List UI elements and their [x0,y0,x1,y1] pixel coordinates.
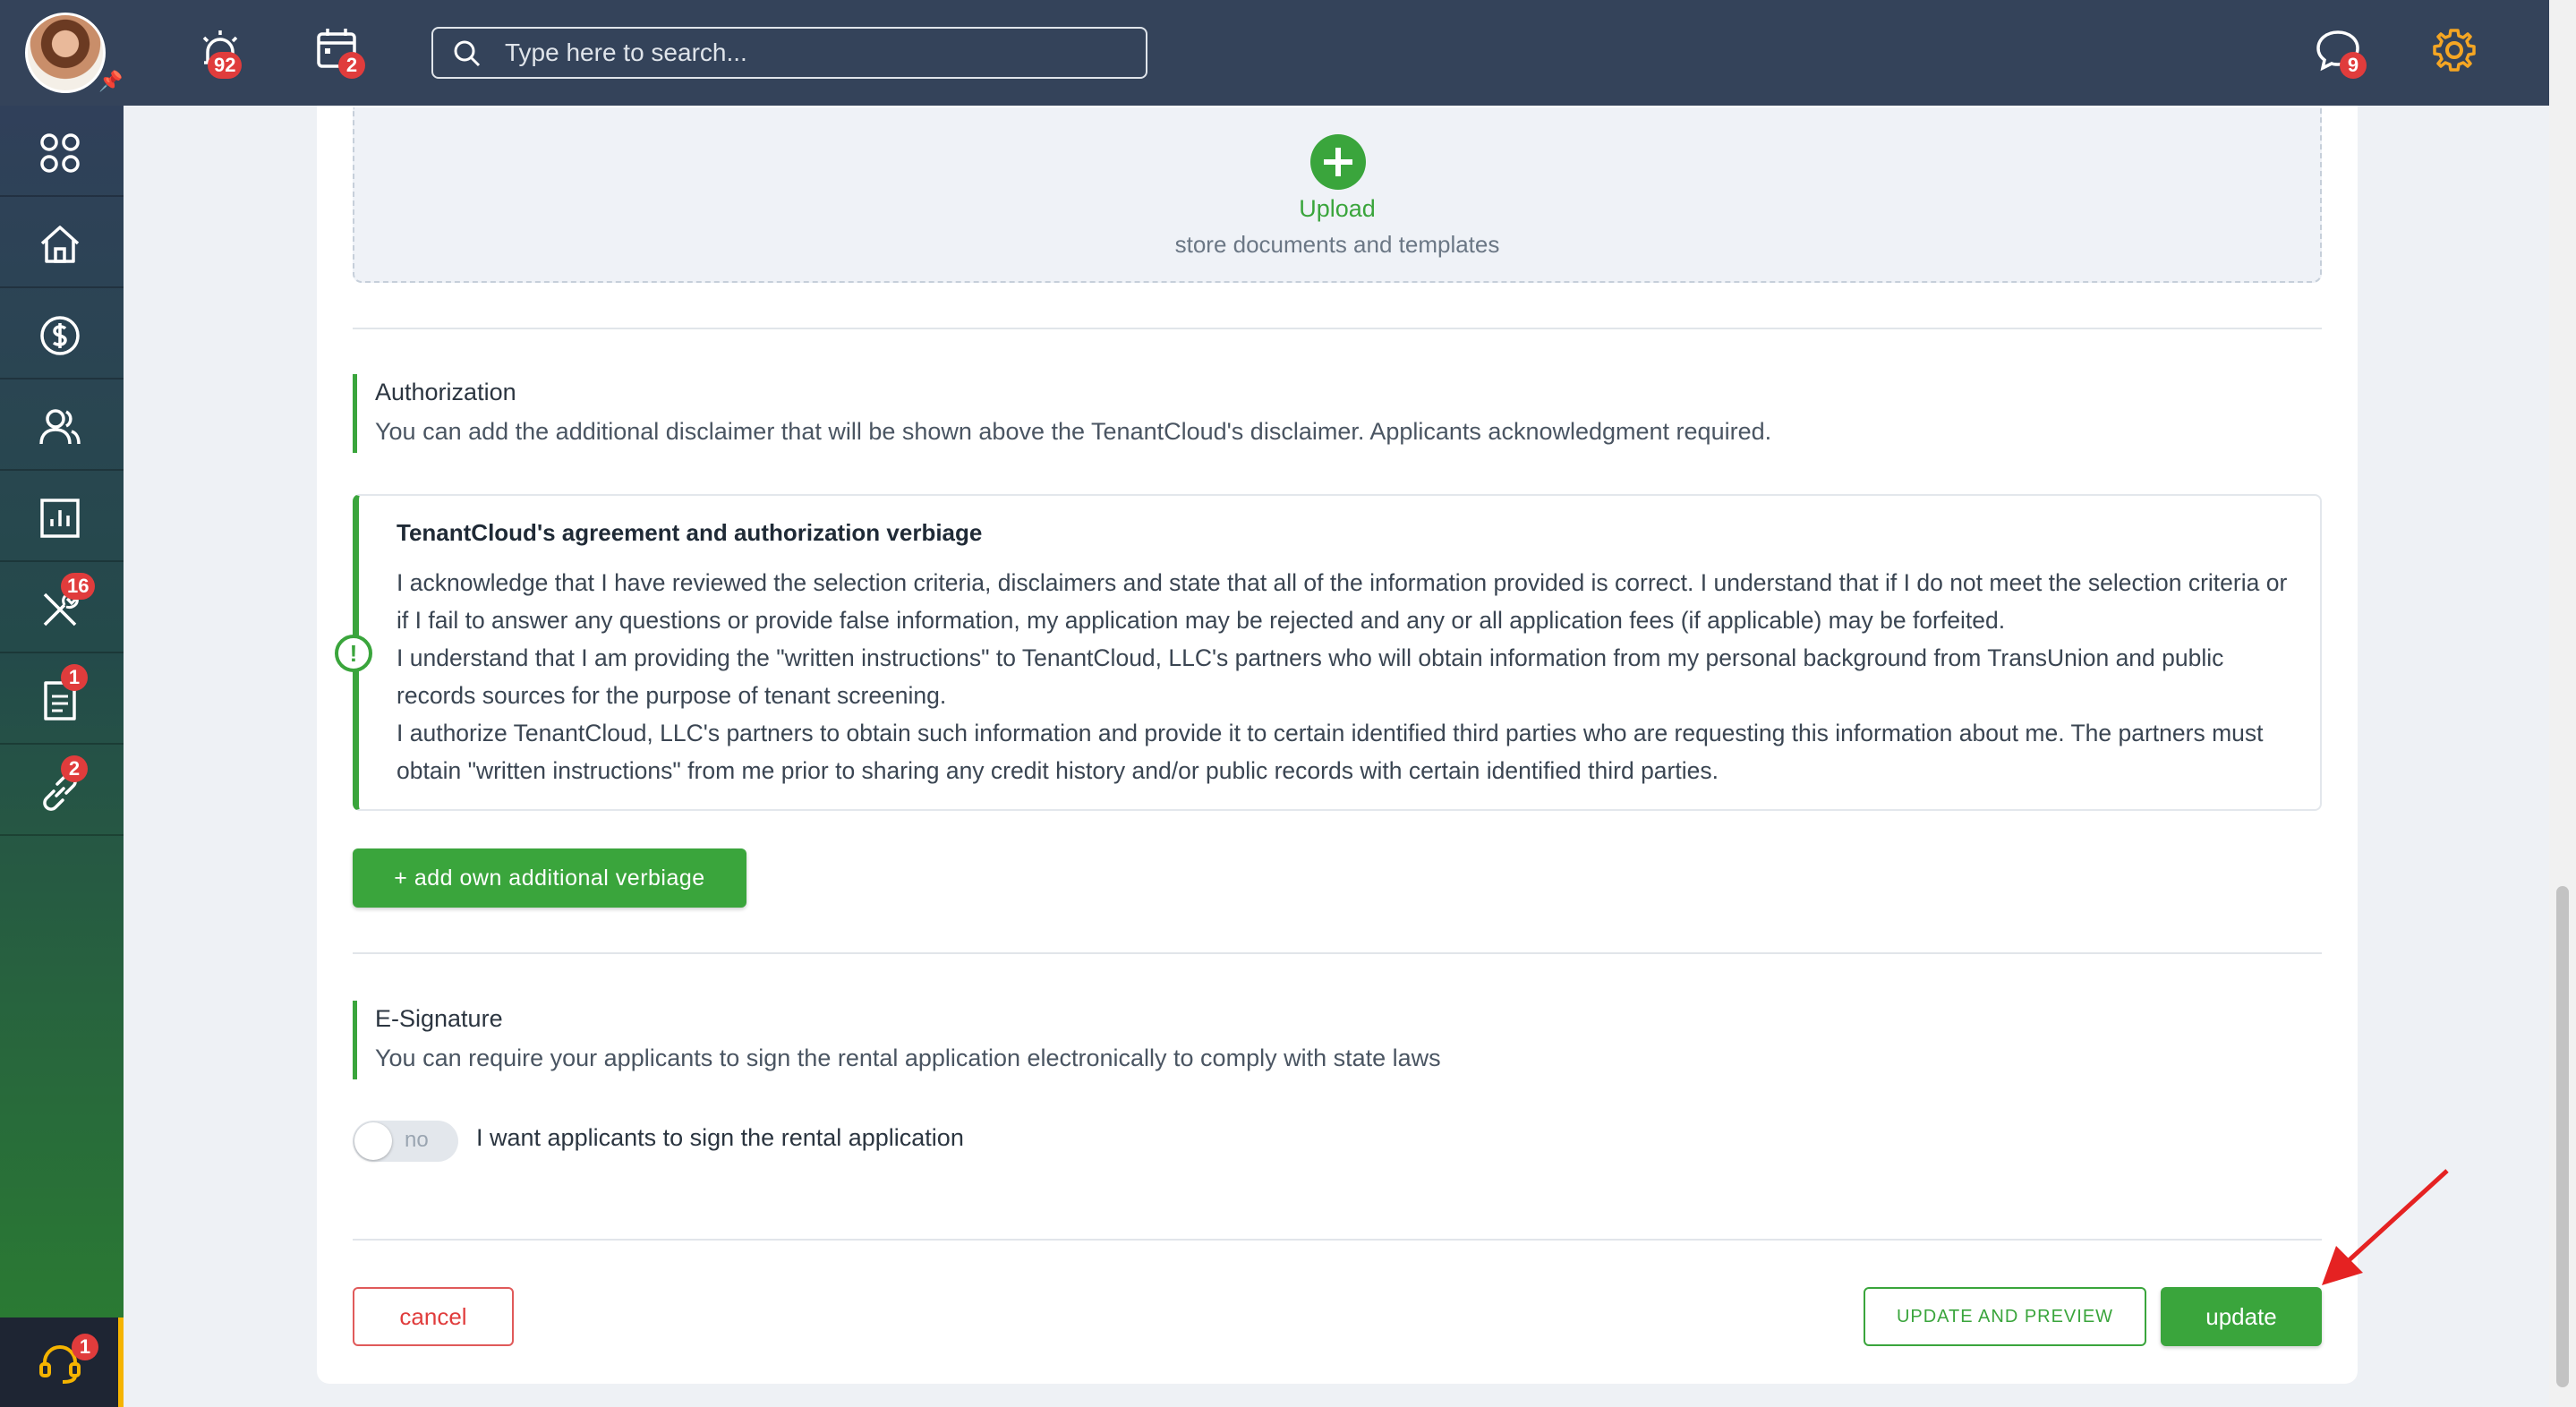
sidebar: 16 1 2 [0,106,124,1317]
alerts-button[interactable]: 92 [195,25,245,79]
update-and-preview-button[interactable]: UPDATE AND PREVIEW [1864,1287,2146,1346]
search-icon [454,40,481,67]
upload-title[interactable]: Upload [354,195,2320,223]
authorization-section-header: Authorization You can add the additional… [353,374,1771,453]
add-circle-icon[interactable] [1310,134,1366,190]
toggle-state-label: no [405,1128,429,1152]
authorization-title: Authorization [375,379,516,405]
verbiage-box: ! TenantCloud's agreement and authorizat… [335,494,2322,811]
support-badge: 1 [72,1334,98,1360]
links-badge: 2 [61,755,88,782]
user-avatar[interactable] [25,13,106,93]
search-input[interactable] [505,38,1122,68]
sidebar-item-finance[interactable] [0,288,124,379]
page-scrollbar-thumb[interactable] [2556,886,2569,1387]
search-box[interactable] [431,27,1147,79]
esignature-toggle-label: I want applicants to sign the rental app… [476,1124,964,1151]
documents-badge: 1 [61,664,88,691]
maintenance-badge: 16 [61,573,96,600]
exclamation-icon: ! [335,635,372,672]
people-icon [39,409,81,445]
add-verbiage-button[interactable]: + add own additional verbiage [353,848,746,908]
esignature-toggle[interactable]: no [353,1121,458,1162]
annotation-arrow-icon [2322,1169,2449,1285]
reports-icon [40,499,80,538]
pin-icon: 📌 [98,70,124,92]
update-button[interactable]: update [2161,1287,2322,1346]
dollar-icon [40,316,80,355]
toggle-knob [354,1122,392,1160]
verbiage-title: TenantCloud's agreement and authorizatio… [397,519,983,546]
calendar-button[interactable]: 2 [313,25,365,79]
sidebar-item-apps[interactable] [0,106,124,197]
upload-subtitle: store documents and templates [1174,231,1500,258]
sidebar-item-people[interactable] [0,379,124,471]
top-bar: 📌 92 2 9 [0,0,2576,106]
calendar-badge: 2 [338,52,365,79]
verbiage-paragraph: I understand that I am providing the "wr… [397,644,2224,709]
alerts-badge: 92 [208,52,243,79]
messages-button[interactable]: 9 [2313,25,2367,79]
gear-icon [2433,29,2476,72]
section-divider [353,952,2322,954]
sidebar-item-documents[interactable]: 1 [0,653,124,745]
section-divider [353,328,2322,329]
verbiage-paragraph: I acknowledge that I have reviewed the s… [397,569,2288,634]
authorization-description: You can add the additional disclaimer th… [375,418,1772,445]
sidebar-item-home[interactable] [0,197,124,288]
section-divider [353,1239,2322,1241]
support-button[interactable]: 1 [0,1317,124,1407]
verbiage-body: I acknowledge that I have reviewed the s… [397,564,2303,789]
verbiage-paragraph: I authorize TenantCloud, LLC's partners … [397,720,2264,784]
upload-dropzone[interactable]: Upload store documents and templates [353,107,2322,283]
cancel-button[interactable]: cancel [353,1287,514,1346]
settings-button[interactable] [2429,25,2479,75]
sidebar-item-reports[interactable] [0,471,124,562]
sidebar-item-links[interactable]: 2 [0,745,124,836]
apps-grid-icon [40,133,80,173]
sidebar-item-maintenance[interactable]: 16 [0,562,124,653]
esignature-description: You can require your applicants to sign … [375,1045,1441,1071]
esignature-title: E-Signature [375,1005,503,1032]
esignature-section-header: E-Signature You can require your applica… [353,1001,1441,1079]
messages-badge: 9 [2340,52,2367,79]
home-icon [40,226,80,263]
